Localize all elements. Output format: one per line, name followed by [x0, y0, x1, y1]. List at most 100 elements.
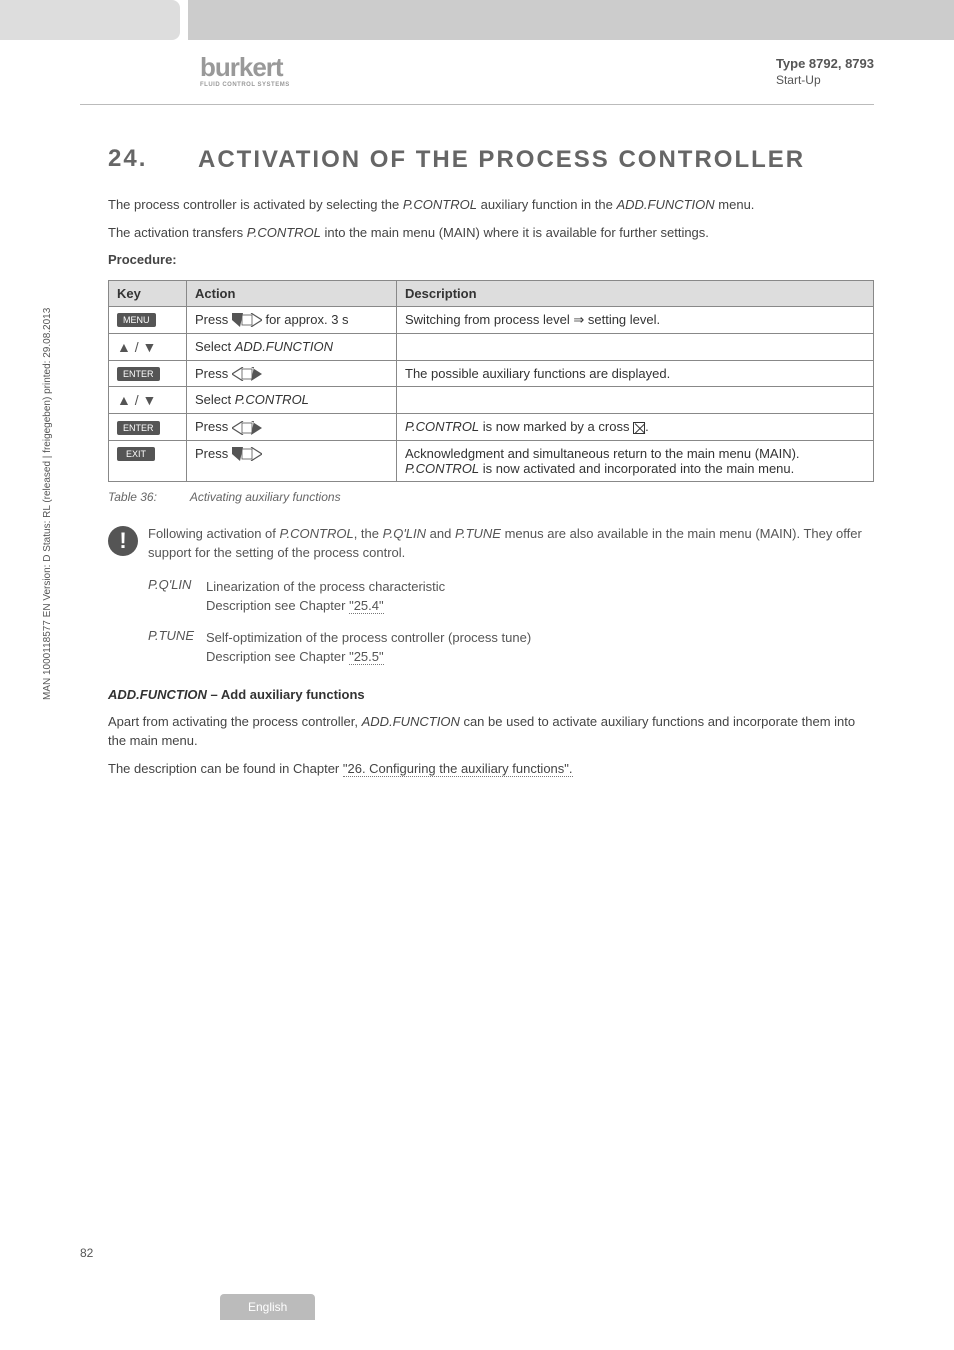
key-badge-enter: ENTER	[117, 421, 160, 435]
text-italic: P.CONTROL	[280, 526, 354, 541]
table-row: ▲ / ▼ Select P.CONTROL	[109, 387, 874, 414]
sub-label: P.TUNE	[148, 628, 206, 667]
text: auxiliary function in the	[477, 197, 616, 212]
page-number: 82	[80, 1246, 93, 1260]
sub-list: P.Q'LIN Linearization of the process cha…	[108, 577, 874, 667]
cell-desc: P.CONTROL is now marked by a cross .	[397, 414, 874, 441]
table-row: ENTER Press The possible auxiliary funct…	[109, 360, 874, 387]
intro-p1: The process controller is activated by s…	[108, 195, 874, 215]
note-text: Following activation of P.CONTROL, the P…	[148, 524, 874, 563]
table-row: ▲ / ▼ Select ADD.FUNCTION	[109, 333, 874, 360]
caption-text: Activating auxiliary functions	[190, 490, 341, 504]
logo: burkert FLUID CONTROL SYSTEMS	[200, 54, 290, 88]
sub-item-ptune: P.TUNE Self-optimization of the process …	[148, 628, 874, 667]
chapter-link[interactable]: "25.5"	[349, 649, 384, 665]
text: is now marked by a cross	[479, 419, 633, 434]
text: Description see Chapter	[206, 598, 349, 613]
info-icon: !	[108, 526, 138, 556]
intro-p2: The activation transfers P.CONTROL into …	[108, 223, 874, 243]
text-italic: ADD.FUNCTION	[108, 687, 207, 702]
cell-key: MENU	[109, 306, 187, 333]
text: Press	[195, 312, 232, 327]
cell-desc	[397, 387, 874, 414]
section-label: Start-Up	[776, 73, 874, 87]
text-italic: ADD.FUNCTION	[362, 714, 460, 729]
cell-action: Select P.CONTROL	[187, 387, 397, 414]
type-label: Type 8792, 8793	[776, 56, 874, 71]
header-band	[0, 0, 954, 40]
procedure-table: Key Action Description MENU Press for ap…	[108, 280, 874, 482]
text: – Add auxiliary functions	[207, 687, 365, 702]
text-italic: P.CONTROL	[235, 392, 309, 407]
text: menu.	[715, 197, 755, 212]
text: Press	[195, 446, 232, 461]
header-band-right	[188, 0, 954, 40]
cell-desc: Acknowledgment and simultaneous return t…	[397, 440, 874, 481]
text-italic: P.Q'LIN	[383, 526, 426, 541]
table-header-row: Key Action Description	[109, 280, 874, 306]
cell-desc: Switching from process level ⇒ setting l…	[397, 306, 874, 333]
text: Select	[195, 339, 235, 354]
key-badge-exit: EXIT	[117, 447, 155, 461]
arrow-icon: ⇒	[573, 312, 584, 327]
cell-action: Select ADD.FUNCTION	[187, 333, 397, 360]
text-italic: P.CONTROL	[405, 461, 479, 476]
cell-action: Press	[187, 414, 397, 441]
table-row: MENU Press for approx. 3 s Switching fro…	[109, 306, 874, 333]
text-italic: P.CONTROL	[405, 419, 479, 434]
header-row: burkert FLUID CONTROL SYSTEMS Type 8792,…	[0, 40, 954, 98]
text: setting level.	[584, 312, 660, 327]
key-badge-enter: ENTER	[117, 367, 160, 381]
table-caption: Table 36: Activating auxiliary functions	[108, 490, 874, 504]
text: is now activated and incorporated into t…	[479, 461, 794, 476]
cell-key: ▲ / ▼	[109, 333, 187, 360]
cell-desc: The possible auxiliary functions are dis…	[397, 360, 874, 387]
text-italic: P.CONTROL	[247, 225, 321, 240]
text: Self-optimization of the process control…	[206, 630, 531, 645]
table-row: ENTER Press P.CONTROL is now marked by a…	[109, 414, 874, 441]
th-key: Key	[109, 280, 187, 306]
enter-key-icon	[232, 367, 262, 381]
text: Acknowledgment and simultaneous return t…	[405, 446, 800, 461]
text: Press	[195, 366, 232, 381]
cell-action: Press for approx. 3 s	[187, 306, 397, 333]
sub-desc: Self-optimization of the process control…	[206, 628, 531, 667]
cell-action: Press	[187, 440, 397, 481]
cell-key: ENTER	[109, 414, 187, 441]
addfunc-p2: The description can be found in Chapter …	[108, 759, 874, 779]
text: The process controller is activated by s…	[108, 197, 403, 212]
crossbox-icon	[633, 422, 645, 434]
text: for approx. 3 s	[262, 312, 349, 327]
text-italic: P.TUNE	[455, 526, 501, 541]
section-heading: 24. ACTIVATION OF THE PROCESS CONTROLLER	[108, 145, 874, 175]
text: , the	[354, 526, 383, 541]
text: into the main menu (MAIN) where it is av…	[321, 225, 709, 240]
text-italic: ADD.FUNCTION	[235, 339, 333, 354]
procedure-label: Procedure:	[108, 250, 874, 270]
chapter-link[interactable]: "25.4"	[349, 598, 384, 614]
enter-key-icon	[232, 421, 262, 435]
arrow-keys: ▲ / ▼	[117, 392, 156, 408]
menu-key-icon	[232, 313, 262, 327]
chapter-link[interactable]: "26. Configuring the auxiliary functions…	[343, 761, 573, 777]
text-italic: ADD.FUNCTION	[616, 197, 714, 212]
text: Select	[195, 392, 235, 407]
cell-action: Press	[187, 360, 397, 387]
arrow-keys: ▲ / ▼	[117, 339, 156, 355]
text: Following activation of	[148, 526, 280, 541]
text: The description can be found in Chapter	[108, 761, 343, 776]
th-desc: Description	[397, 280, 874, 306]
section-title: ACTIVATION OF THE PROCESS CONTROLLER	[198, 145, 805, 175]
exit-key-icon	[232, 447, 262, 461]
text: Description see Chapter	[206, 649, 349, 664]
sub-desc: Linearization of the process characteris…	[206, 577, 445, 616]
text: Linearization of the process characteris…	[206, 579, 445, 594]
table-row: EXIT Press Acknowledgment and simultaneo…	[109, 440, 874, 481]
th-action: Action	[187, 280, 397, 306]
text: Apart from activating the process contro…	[108, 714, 362, 729]
logo-main: burkert	[200, 54, 283, 80]
text-italic: P.CONTROL	[403, 197, 477, 212]
cell-key: ▲ / ▼	[109, 387, 187, 414]
logo-sub: FLUID CONTROL SYSTEMS	[200, 82, 290, 88]
content: 24. ACTIVATION OF THE PROCESS CONTROLLER…	[0, 105, 954, 778]
